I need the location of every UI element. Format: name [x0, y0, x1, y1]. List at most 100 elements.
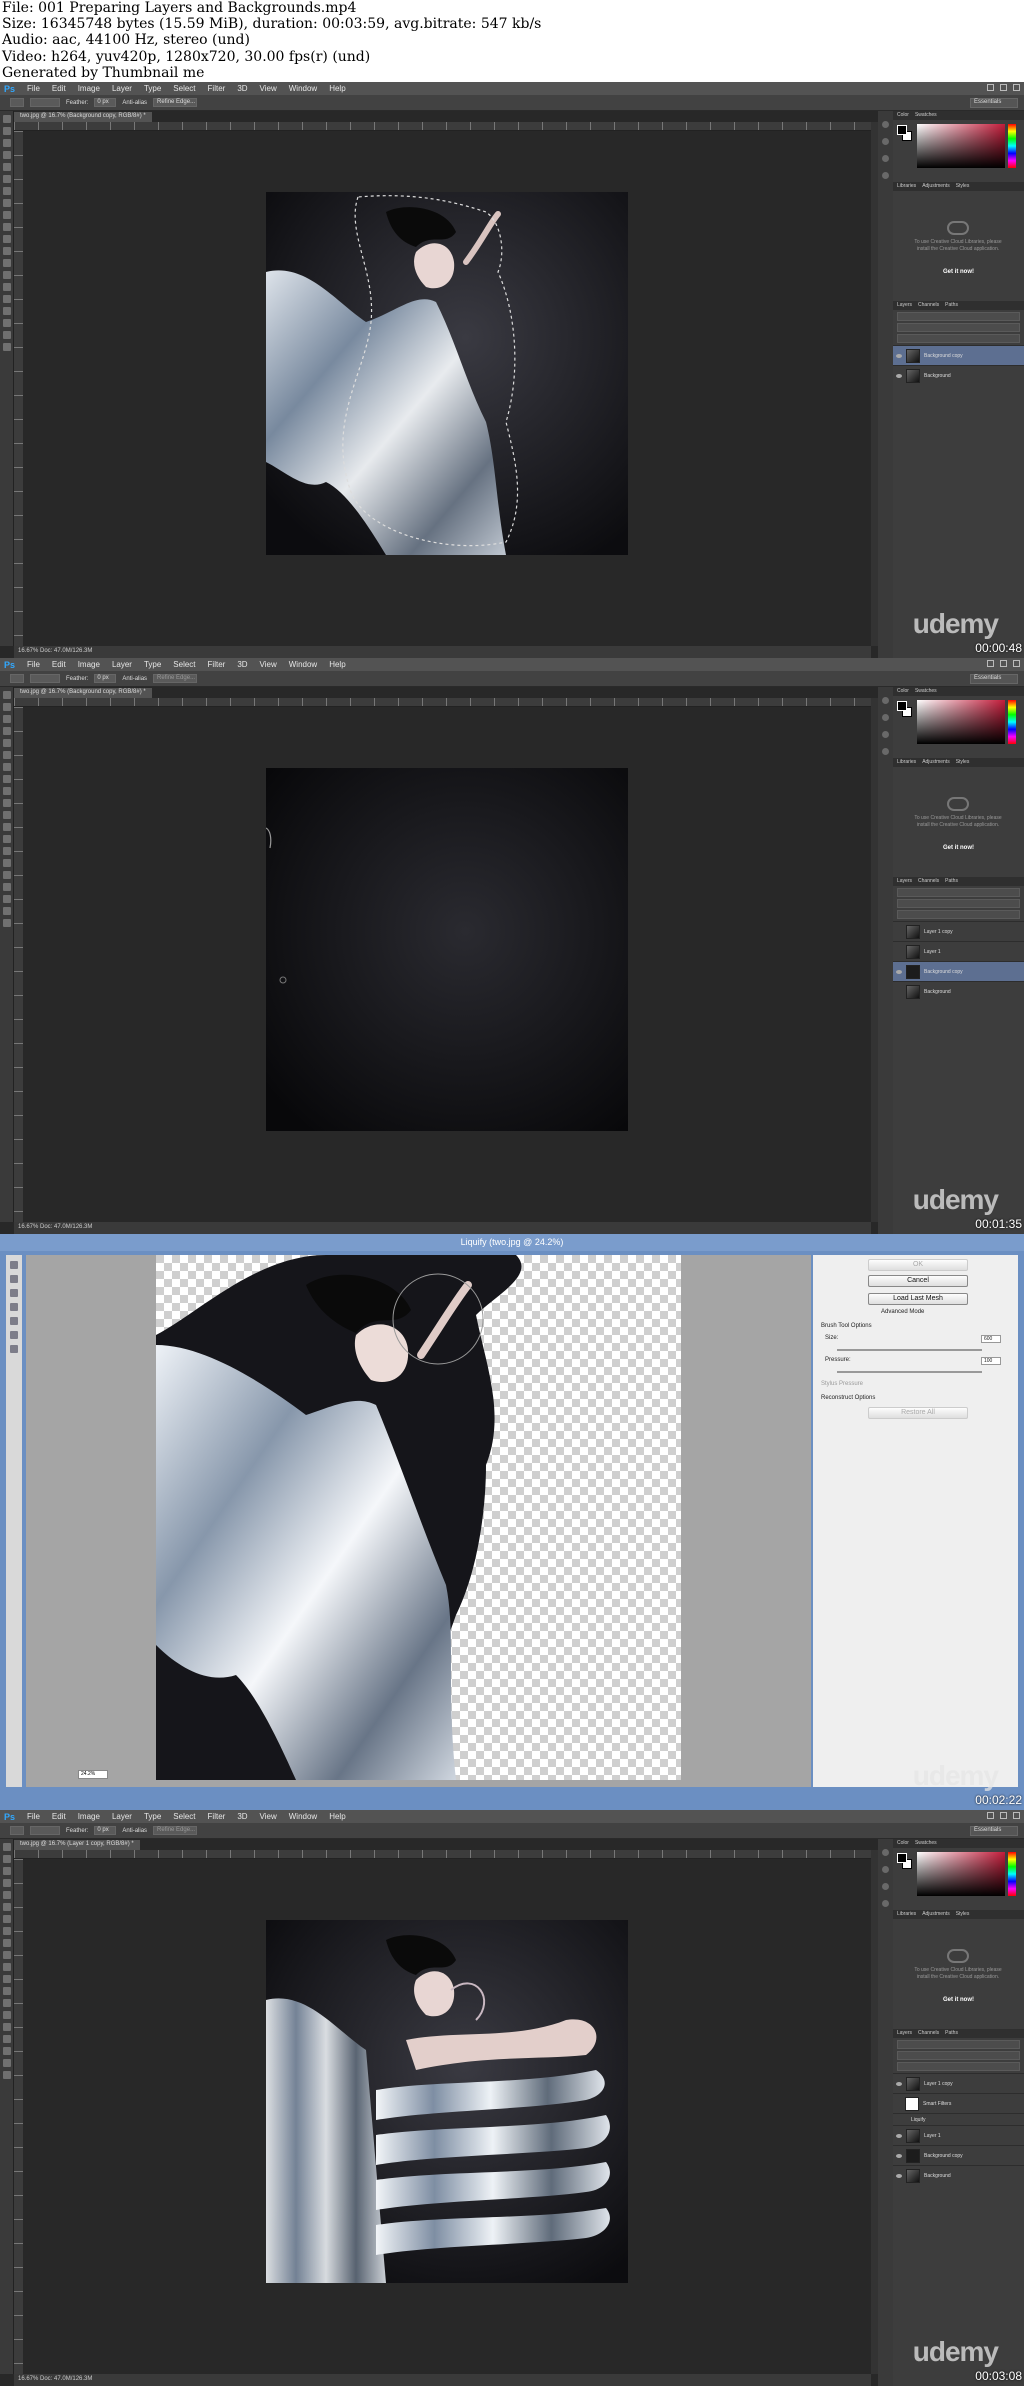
minimize-icon[interactable] — [987, 660, 994, 667]
pressure-slider[interactable] — [837, 1371, 982, 1373]
layer-row[interactable]: Background — [893, 2165, 1024, 2185]
selection-mode-buttons[interactable] — [30, 1826, 60, 1835]
menu-file[interactable]: File — [27, 660, 40, 669]
lasso-tool-icon[interactable] — [2, 1867, 11, 1875]
tab-paths[interactable]: Paths — [945, 877, 958, 886]
marquee-tool-icon[interactable] — [2, 127, 11, 135]
menu-filter[interactable]: Filter — [208, 1812, 226, 1821]
brush-tool-icon[interactable] — [2, 1927, 11, 1935]
refine-edge-button[interactable]: Refine Edge... — [153, 98, 198, 107]
dodge-tool-icon[interactable] — [2, 1999, 11, 2007]
tab-swatches[interactable]: Swatches — [915, 687, 937, 696]
brush-tool-icon[interactable] — [2, 775, 11, 783]
healing-tool-icon[interactable] — [2, 763, 11, 771]
tab-libraries[interactable]: Libraries — [897, 1910, 916, 1919]
stylus-pressure-checkbox[interactable]: Stylus Pressure — [821, 1381, 863, 1387]
pen-tool-icon[interactable] — [2, 859, 11, 867]
cancel-button[interactable]: Cancel — [868, 1275, 968, 1287]
path-select-icon[interactable] — [2, 883, 11, 891]
character-icon[interactable] — [882, 731, 889, 738]
feather-input[interactable]: 0 px — [94, 674, 117, 683]
menu-type[interactable]: Type — [144, 84, 161, 93]
blur-tool-icon[interactable] — [2, 835, 11, 843]
vertical-scrollbar[interactable] — [871, 698, 878, 1222]
paragraph-icon[interactable] — [882, 1900, 889, 1907]
reconstruct-tool-icon[interactable] — [10, 1275, 18, 1283]
foreground-color-swatch[interactable] — [897, 1853, 907, 1863]
tool-preset-picker[interactable] — [10, 674, 24, 683]
eraser-tool-icon[interactable] — [2, 811, 11, 819]
menu-filter[interactable]: Filter — [208, 660, 226, 669]
close-icon[interactable] — [1013, 660, 1020, 667]
close-icon[interactable] — [1013, 84, 1020, 91]
move-tool-icon[interactable] — [2, 1843, 11, 1851]
document-image[interactable] — [266, 768, 628, 1131]
tab-layers[interactable]: Layers — [897, 301, 912, 310]
lock-fill-row[interactable] — [897, 910, 1020, 919]
menu-image[interactable]: Image — [78, 660, 100, 669]
crop-tool-icon[interactable] — [2, 739, 11, 747]
menu-image[interactable]: Image — [78, 1812, 100, 1821]
tab-styles[interactable]: Styles — [956, 1910, 970, 1919]
layer-row[interactable]: Background copy — [893, 2145, 1024, 2165]
document-image[interactable] — [266, 192, 628, 555]
eye-icon[interactable] — [896, 373, 902, 378]
shape-tool-icon[interactable] — [2, 895, 11, 903]
path-select-icon[interactable] — [2, 307, 11, 315]
gradient-tool-icon[interactable] — [2, 1975, 11, 1983]
history-icon[interactable] — [882, 121, 889, 128]
brush-tool-icon[interactable] — [2, 199, 11, 207]
menu-window[interactable]: Window — [289, 1812, 317, 1821]
gradient-tool-icon[interactable] — [2, 247, 11, 255]
stamp-tool-icon[interactable] — [2, 211, 11, 219]
menu-view[interactable]: View — [260, 1812, 277, 1821]
marquee-tool-icon[interactable] — [2, 1855, 11, 1863]
menu-view[interactable]: View — [260, 84, 277, 93]
tab-swatches[interactable]: Swatches — [915, 111, 937, 120]
character-icon[interactable] — [882, 155, 889, 162]
tab-styles[interactable]: Styles — [956, 758, 970, 767]
menu-image[interactable]: Image — [78, 84, 100, 93]
color-field[interactable] — [917, 1852, 1005, 1896]
hand-tool-icon[interactable] — [10, 1331, 18, 1339]
maximize-icon[interactable] — [1000, 660, 1007, 667]
menu-select[interactable]: Select — [173, 1812, 195, 1821]
anti-alias-checkbox[interactable]: Anti-alias — [122, 676, 147, 682]
tab-color[interactable]: Color — [897, 111, 909, 120]
menu-file[interactable]: File — [27, 84, 40, 93]
foreground-color-swatch[interactable] — [897, 125, 907, 135]
pressure-input[interactable]: 100 — [981, 1357, 1001, 1365]
paragraph-icon[interactable] — [882, 748, 889, 755]
zoom-tool-icon[interactable] — [2, 343, 11, 351]
lock-fill-row[interactable] — [897, 334, 1020, 343]
layer-row[interactable]: Layer 1 copy — [893, 2073, 1024, 2093]
layer-row[interactable]: Background — [893, 981, 1024, 1001]
zoom-level-field[interactable]: 24.2% — [78, 1770, 108, 1779]
smart-filters-row[interactable]: Smart Filters — [893, 2093, 1024, 2113]
dodge-tool-icon[interactable] — [2, 847, 11, 855]
shape-tool-icon[interactable] — [2, 2047, 11, 2055]
history-brush-icon[interactable] — [2, 223, 11, 231]
tab-paths[interactable]: Paths — [945, 2029, 958, 2038]
tab-channels[interactable]: Channels — [918, 877, 939, 886]
canvas-area[interactable] — [23, 707, 871, 1222]
get-it-now-link[interactable]: Get it now! — [893, 1997, 1024, 2003]
bloat-tool-icon[interactable] — [10, 1303, 18, 1311]
eye-icon[interactable] — [896, 2153, 902, 2158]
ok-button[interactable]: OK — [868, 1259, 968, 1271]
eraser-tool-icon[interactable] — [2, 235, 11, 243]
load-last-mesh-button[interactable]: Load Last Mesh — [868, 1293, 968, 1305]
layer-row[interactable]: Layer 1 — [893, 2125, 1024, 2145]
lock-fill-row[interactable] — [897, 2062, 1020, 2071]
close-icon[interactable] — [1013, 1812, 1020, 1819]
advanced-mode-checkbox[interactable]: Advanced Mode — [881, 1309, 924, 1315]
type-tool-icon[interactable] — [2, 2023, 11, 2031]
blur-tool-icon[interactable] — [2, 259, 11, 267]
stamp-tool-icon[interactable] — [2, 1939, 11, 1947]
document-image[interactable] — [266, 1920, 628, 2283]
history-brush-icon[interactable] — [2, 1951, 11, 1959]
tab-adjustments[interactable]: Adjustments — [922, 1910, 950, 1919]
liquify-image[interactable] — [156, 1255, 681, 1780]
anti-alias-checkbox[interactable]: Anti-alias — [122, 1828, 147, 1834]
eye-icon[interactable] — [896, 353, 902, 358]
